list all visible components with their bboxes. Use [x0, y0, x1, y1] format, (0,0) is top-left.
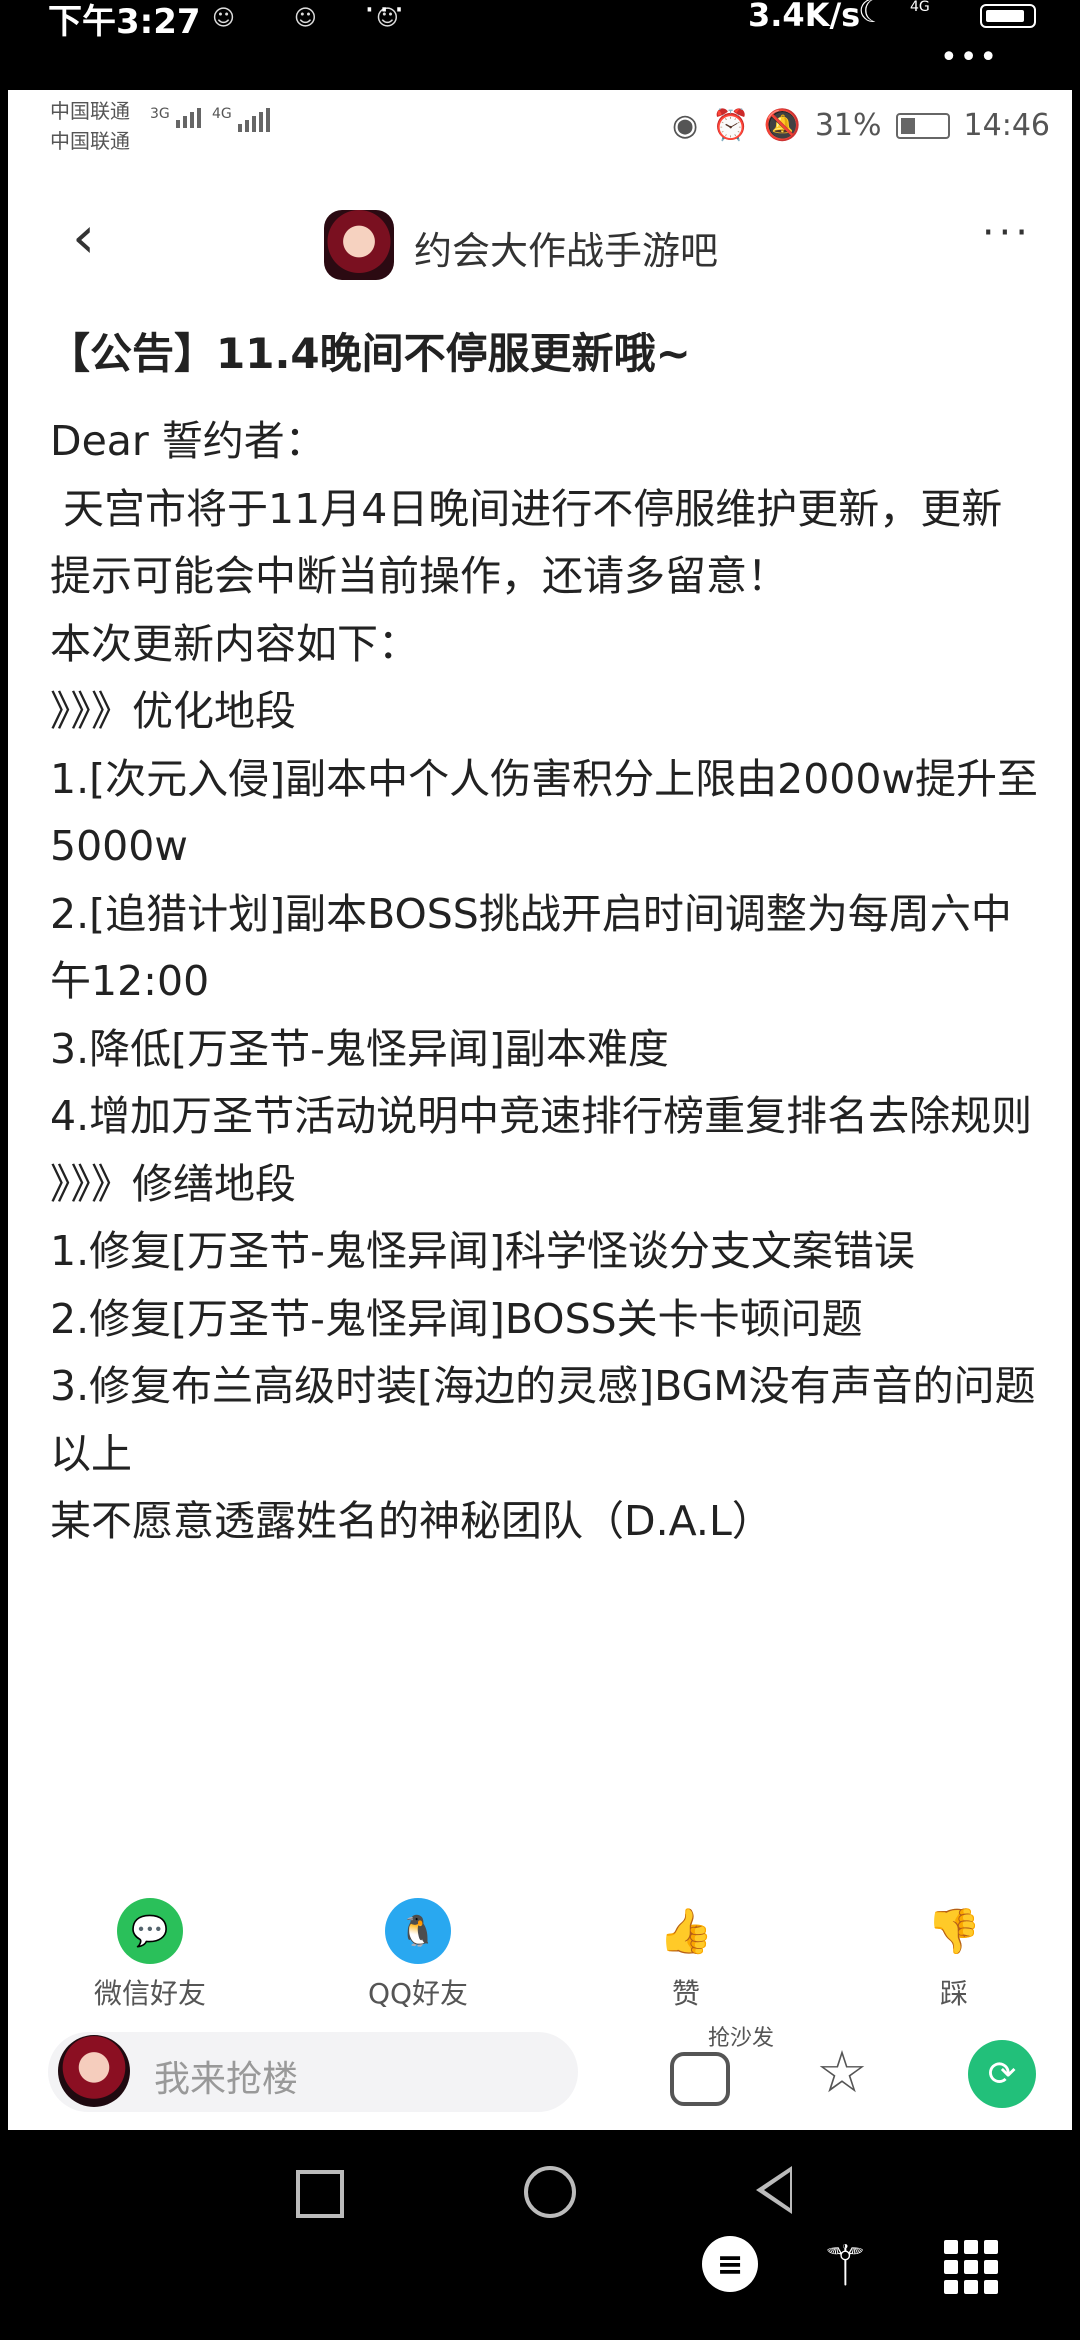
status-more-icon: ···: [364, 0, 409, 30]
post-line: 》》》修缮地段: [50, 1159, 296, 1208]
post-line: 天宫市将于11月4日晚间进行不停服维护更新，更新提示可能会中断当前操作，还请多留…: [50, 484, 1003, 601]
more-icon[interactable]: ···: [982, 210, 1032, 256]
app-screen: 中国联通 中国联通 3G 4G ◉ ⏰ 🔕 31% 14:46 ‹ 约会大作战手…: [8, 90, 1072, 2130]
status-time: 下午3:27: [48, 2, 201, 42]
post-line: 2.修复[万圣节-鬼怪异闻]BOSS关卡卡顿问题: [50, 1294, 863, 1343]
battery-icon: [895, 112, 950, 139]
network-3g: 3G: [150, 106, 170, 122]
wechat-icon: 💬: [117, 1898, 183, 1964]
share-qq-button[interactable]: 🐧 QQ好友: [348, 1898, 488, 2012]
top-nav: ‹ 约会大作战手游吧 ···: [8, 180, 1072, 290]
floating-chat-icon[interactable]: ≡: [702, 2236, 758, 2292]
forum-title[interactable]: 约会大作战手游吧: [414, 220, 718, 275]
back-triangle-icon[interactable]: [756, 2166, 792, 2214]
inner-status-right: ◉ ⏰ 🔕 31% 14:46: [672, 108, 1050, 143]
post-line: 4.增加万圣节活动说明中竞速排行榜重复排名去除规则: [50, 1092, 1033, 1140]
signal-bars-1-icon: [176, 108, 201, 128]
grid-icon[interactable]: [944, 2240, 998, 2294]
post-line: 1.修复[万圣节-鬼怪异闻]科学怪谈分支文案错误: [50, 1227, 915, 1275]
comment-placeholder[interactable]: 我来抢楼: [154, 2050, 298, 2102]
post-line: 3.修复布兰高级时装[海边的灵感]BGM没有声音的问题: [50, 1362, 1036, 1410]
network-type: 4G: [910, 0, 930, 15]
inner-time: 14:46: [963, 108, 1050, 143]
sofa-label: 抢沙发: [708, 2026, 775, 2051]
bottom-comment-bar: 我来抢楼 抢沙发 ☆ ⟳: [8, 2010, 1072, 2130]
post-line: 本次更新内容如下：: [50, 619, 419, 668]
post-line: 2.[追猎计划]副本BOSS挑战开启时间调整为每周六中午12:00: [50, 889, 1012, 1006]
dislike-button[interactable]: 👎 踩: [884, 1898, 1024, 2012]
dislike-label: 踩: [939, 1977, 968, 2010]
star-icon[interactable]: ☆: [816, 2038, 868, 2106]
mute-icon: 🔕: [763, 108, 801, 143]
user-avatar[interactable]: [58, 2035, 130, 2107]
alarm-icon: ⏰: [712, 108, 750, 143]
network-4g: 4G: [212, 106, 232, 122]
share-wechat-label: 微信好友: [93, 1977, 206, 2010]
post-line: 1.[次元入侵]副本中个人伤害积分上限由2000w提升至5000w: [50, 754, 1038, 871]
carrier-2: 中国联通: [50, 129, 130, 153]
thumbs-down-icon: 👎: [926, 1906, 982, 1957]
inner-status-bar: 中国联通 中国联通 3G 4G ◉ ⏰ 🔕 31% 14:46: [8, 90, 1072, 170]
eye-icon: ◉: [671, 108, 699, 143]
like-label: 赞: [671, 1977, 700, 2010]
moon-icon: ☾: [858, 0, 887, 30]
sofa-comment-icon[interactable]: [670, 2052, 730, 2106]
share-row: 💬 微信好友 🐧 QQ好友 👍 赞 👎 踩: [8, 1898, 1072, 2010]
home-icon[interactable]: [524, 2166, 576, 2218]
post-line: 3.降低[万圣节-鬼怪异闻]副本难度: [50, 1024, 669, 1073]
signal-bars-2-icon: [238, 108, 270, 132]
share-qq-label: QQ好友: [367, 1977, 469, 2010]
battery-icon: [980, 4, 1036, 28]
like-button[interactable]: 👍 赞: [616, 1898, 756, 2012]
qq-icon: 🐧: [385, 1898, 451, 1964]
magic-wand-icon[interactable]: ⚚: [820, 2234, 870, 2299]
carrier-labels: 中国联通 中国联通: [50, 96, 130, 156]
post-line: 某不愿意透露姓名的神秘团队（D.A.L）: [50, 1497, 773, 1545]
thumbs-up-icon: 👍: [658, 1906, 714, 1957]
post-line: Dear 誓约者：: [50, 417, 326, 465]
share-wechat-button[interactable]: 💬 微信好友: [80, 1898, 220, 2012]
share-icon[interactable]: ⟳: [968, 2040, 1036, 2108]
carrier-1: 中国联通: [50, 99, 130, 123]
post-line: 以上: [50, 1429, 132, 1478]
post-title: 【公告】11.4晚间不停服更新哦~: [48, 329, 691, 378]
overflow-icon[interactable]: •••: [940, 40, 999, 75]
recent-apps-icon[interactable]: [296, 2170, 344, 2218]
system-nav-bar: ≡ ⚚: [0, 2130, 1080, 2340]
forum-avatar[interactable]: [324, 210, 394, 280]
back-icon[interactable]: ‹: [72, 202, 112, 272]
network-speed: 3.4K/s: [748, 0, 861, 34]
post-line: 》》》优化地段: [50, 687, 296, 735]
outer-status-bar: 下午3:27 ☺ ☺ ☺ ··· 3.4K/s ☾ 4G •••: [0, 0, 1080, 92]
post-body: Dear 誓约者： 天宫市将于11月4日晚间进行不停服维护更新，更新提示可能会中…: [50, 408, 1040, 1556]
battery-percent: 31%: [814, 108, 882, 143]
